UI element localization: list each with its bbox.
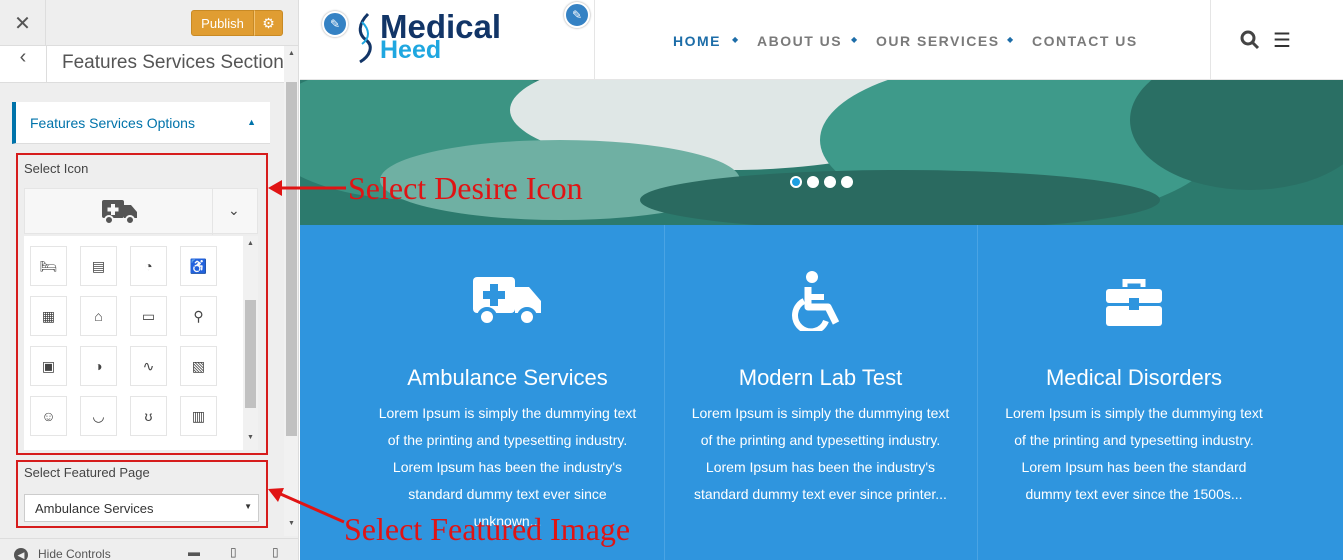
feature-disorders: Medical Disorders Lorem Ipsum is simply …	[977, 225, 1291, 560]
icon-selector[interactable]: ⌄	[24, 188, 258, 235]
logo-mark-icon	[358, 12, 372, 64]
ambulance-icon	[102, 200, 137, 225]
section-title: Features Services Section	[62, 52, 284, 73]
logo-heed[interactable]: Heed	[380, 36, 441, 65]
annotation-arrow-icon	[268, 488, 345, 524]
tablet-icon[interactable]: ▯	[230, 545, 237, 559]
mobile-icon[interactable]: ▯	[272, 545, 279, 559]
nav-services[interactable]: OUR SERVICES	[876, 33, 1000, 49]
slider-dot[interactable]	[824, 176, 836, 188]
gear-icon[interactable]: ⚙	[254, 10, 283, 36]
hide-controls-label: Hide Controls	[38, 547, 111, 560]
slider-dot[interactable]	[807, 176, 819, 188]
medkit-icon[interactable]: ▣	[30, 346, 67, 386]
feature-text: standard dummy text ever since printer..…	[694, 486, 947, 502]
file-medical-icon[interactable]: ∿	[130, 346, 167, 386]
grid-scroll-down-icon[interactable]: ▼	[247, 434, 254, 441]
nav-about[interactable]: ABOUT US	[757, 33, 842, 49]
hide-controls-button[interactable]: ◀ Hide Controls	[14, 547, 111, 560]
mortar-icon[interactable]: ◡	[80, 396, 117, 436]
section-header: ‹ Features Services Section	[0, 46, 284, 83]
feature-text: Lorem Ipsum has been the industry's	[392, 459, 623, 475]
sidebar-header: ✕ Publish ⚙	[0, 0, 298, 46]
edit-logo-icon[interactable]: ✎	[322, 11, 348, 37]
caret-up-icon[interactable]: ▲	[247, 117, 256, 127]
doctor-icon[interactable]: ☺	[30, 396, 67, 436]
feature-text: of the printing and typesetting industry…	[700, 432, 941, 448]
feature-text: dummy text ever since the 1500s...	[1025, 486, 1243, 502]
feature-text: of the printing and typesetting industry…	[387, 432, 628, 448]
feature-lab-test: Modern Lab Test Lorem Ipsum is simply th…	[664, 225, 977, 560]
icon-grid: 🛏 ▤ ◔ ♿ ▦ ⌂ ▭ ⚲ ▣ ◑ ∿ ▧ ☺ ◡ ʊ ▥	[24, 236, 258, 450]
publish-button[interactable]: Publish	[191, 10, 254, 36]
bandage-icon[interactable]: ▤	[80, 246, 117, 286]
featured-page-label: Select Featured Page	[24, 465, 150, 480]
sidebar-scrollbar[interactable]: ▲ ▼	[284, 46, 298, 536]
close-icon[interactable]: ✕	[0, 0, 46, 46]
scrollbar-thumb[interactable]	[286, 82, 297, 436]
pills-icon[interactable]: ◑	[80, 346, 117, 386]
feature-text: of the printing and typesetting industry…	[1014, 432, 1254, 448]
feature-text: Lorem Ipsum is simply the dummying text	[691, 405, 950, 421]
grid-scrollbar-thumb[interactable]	[245, 300, 256, 408]
customizer-sidebar: ✕ Publish ⚙ ‹ Features Services Section …	[0, 0, 299, 560]
slider-dot[interactable]	[841, 176, 853, 188]
nav-separator-icon: ◆	[1007, 35, 1014, 44]
back-button[interactable]: ‹	[0, 46, 47, 83]
annotation-arrow-icon	[268, 180, 346, 196]
select-icon-label: Select Icon	[24, 161, 89, 176]
nav-home[interactable]: HOME	[673, 33, 721, 49]
icon-grid-scrollbar[interactable]: ▲ ▼	[243, 236, 258, 450]
feature-ambulance: Ambulance Services Lorem Ipsum is simply…	[350, 225, 665, 560]
bed-icon[interactable]: 🛏	[30, 246, 67, 286]
wheelchair-icon	[792, 271, 840, 331]
feature-text: Lorem Ipsum is simply the dummying text	[1005, 405, 1263, 421]
nav-contact[interactable]: CONTACT US	[1032, 33, 1138, 49]
wheelchair-icon[interactable]: ♿	[180, 246, 217, 286]
ambulance-icon	[473, 277, 541, 327]
edit-site-icon[interactable]: ✎	[564, 2, 590, 28]
feature-text: Lorem Ipsum is simply the dummying text	[378, 405, 637, 421]
hearing-icon[interactable]: ◔	[130, 246, 167, 286]
annotation-select-image: Select Featured Image	[344, 511, 631, 547]
feature-title: Ambulance Services	[407, 365, 608, 390]
feature-title: Medical Disorders	[1045, 365, 1223, 390]
hospital-icon[interactable]: ▦	[30, 296, 67, 336]
options-accordion[interactable]: Features Services Options ▲	[12, 102, 270, 144]
feature-title: Modern Lab Test	[738, 365, 903, 390]
id-card-icon[interactable]: ▭	[130, 296, 167, 336]
medical-kit-icon	[1106, 279, 1162, 326]
grid-scroll-up-icon[interactable]: ▲	[247, 240, 254, 247]
scroll-up-icon[interactable]: ▲	[288, 50, 295, 57]
feature-text: Lorem Ipsum has been the standard	[1021, 459, 1247, 475]
bank-icon[interactable]: ⌂	[80, 296, 117, 336]
featured-page-value: Ambulance Services	[35, 501, 154, 516]
stethoscope-icon[interactable]: ʊ	[130, 396, 167, 436]
featured-page-select[interactable]: Ambulance Services ▼	[24, 494, 259, 522]
dropdown-arrow-icon[interactable]: ▼	[244, 502, 252, 511]
file-plus-icon[interactable]: ▧	[180, 346, 217, 386]
annotation-select-icon: Select Desire Icon	[348, 170, 583, 206]
slider-dots	[790, 176, 853, 188]
arrow-left-icon: ◀	[14, 548, 28, 560]
chevron-down-icon[interactable]: ⌄	[228, 202, 240, 219]
menu-icon[interactable]: ☰	[1273, 28, 1291, 53]
nav-separator-icon: ◆	[851, 35, 858, 44]
feature-text: Lorem Ipsum has been the industry's	[705, 459, 936, 475]
sidebar-footer: ◀ Hide Controls ▬ ▯ ▯	[0, 538, 298, 560]
desktop-icon[interactable]: ▬	[188, 545, 200, 559]
slider-dot[interactable]	[790, 176, 802, 188]
feature-text: standard dummy text ever since	[408, 486, 607, 502]
search-icon[interactable]	[1240, 30, 1260, 50]
prescription-bottle-icon[interactable]: ▥	[180, 396, 217, 436]
options-title: Features Services Options	[30, 115, 195, 131]
nav-separator-icon: ◆	[732, 35, 739, 44]
blind-icon[interactable]: ⚲	[180, 296, 217, 336]
